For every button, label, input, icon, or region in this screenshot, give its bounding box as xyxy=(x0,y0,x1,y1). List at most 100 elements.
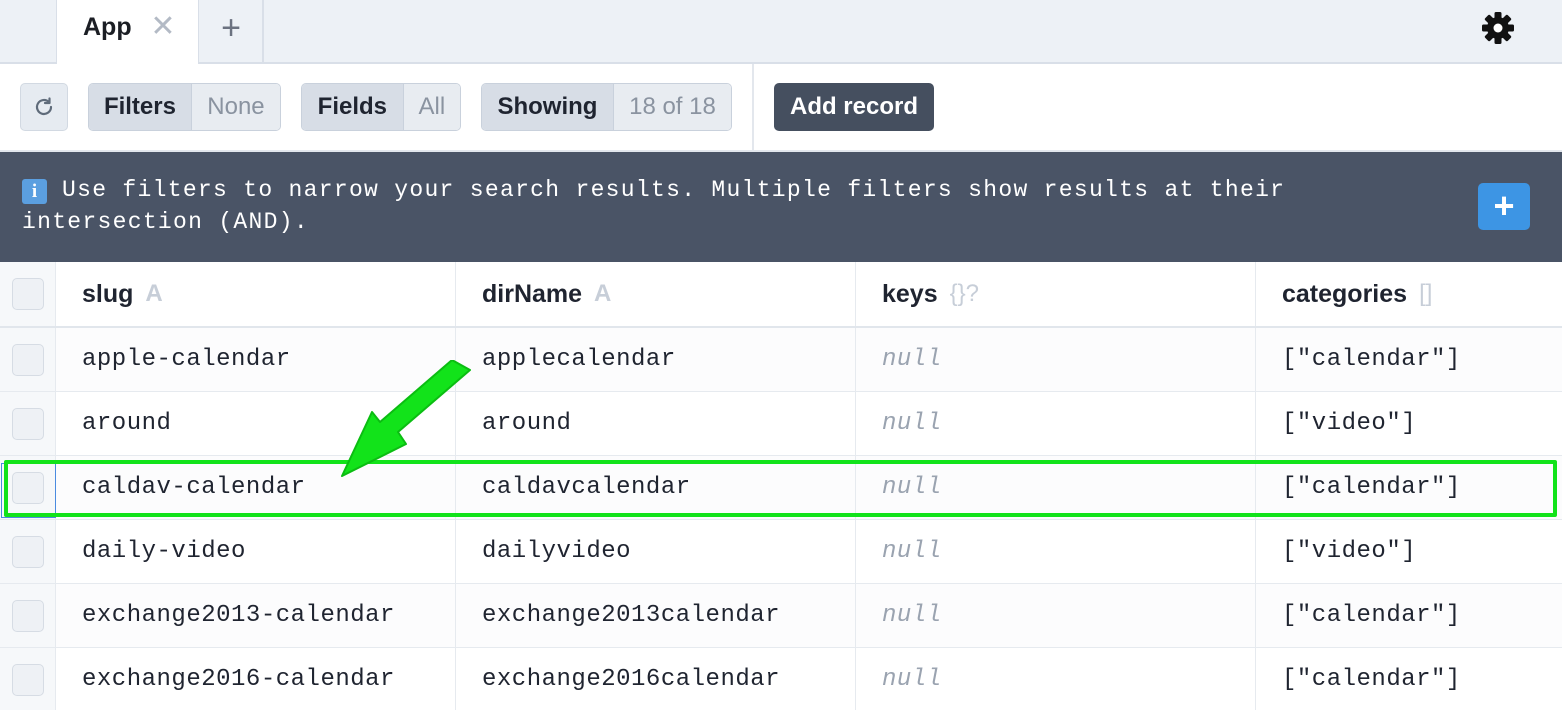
tab-app[interactable]: App ✕ xyxy=(56,0,199,64)
cell-keys[interactable]: null xyxy=(856,648,1256,710)
cell-value: null xyxy=(882,346,942,373)
cell-value: null xyxy=(882,666,942,693)
info-banner-text: Use filters to narrow your search result… xyxy=(22,177,1286,235)
cell-value: ["calendar"] xyxy=(1282,474,1461,501)
cell-dirname[interactable]: caldavcalendar xyxy=(456,456,856,519)
cell-value: applecalendar xyxy=(482,346,676,373)
cell-categories[interactable]: ["calendar"] xyxy=(1256,648,1562,710)
row-checkbox[interactable] xyxy=(11,407,44,440)
cell-slug[interactable]: caldav-calendar xyxy=(56,456,456,519)
column-header-categories[interactable]: categories [] xyxy=(1256,262,1562,326)
column-type: A xyxy=(145,280,163,307)
tab-bar: App ✕ + xyxy=(0,0,1562,64)
column-name: dirName xyxy=(482,279,583,308)
row-checkbox[interactable] xyxy=(11,471,44,504)
add-filter-button[interactable]: + xyxy=(1478,183,1530,230)
row-checkbox[interactable] xyxy=(11,343,44,376)
filters-label: Filters xyxy=(89,84,191,130)
cell-dirname[interactable]: around xyxy=(456,392,856,455)
cell-value: exchange2013-calendar xyxy=(82,602,395,629)
toolbar: Filters None Fields All Showing 18 of 18… xyxy=(0,64,1562,152)
table-row[interactable]: caldav-calendar caldavcalendar null ["ca… xyxy=(0,456,1562,520)
showing-control[interactable]: Showing 18 of 18 xyxy=(481,83,732,131)
column-name: categories xyxy=(1282,279,1408,308)
toolbar-divider xyxy=(752,64,754,152)
tab-bar-gutter xyxy=(0,0,56,62)
cell-value: apple-calendar xyxy=(82,346,291,373)
cell-value: null xyxy=(882,474,942,501)
row-select-cell xyxy=(0,648,56,710)
fields-label: Fields xyxy=(302,84,403,130)
fields-value: All xyxy=(402,84,460,130)
cell-dirname[interactable]: exchange2013calendar xyxy=(456,584,856,647)
cell-value: ["calendar"] xyxy=(1282,666,1461,693)
row-select-cell xyxy=(0,520,56,583)
cell-value: around xyxy=(482,410,572,437)
fields-control[interactable]: Fields All xyxy=(301,83,461,131)
row-select-cell xyxy=(0,456,56,519)
cell-value: null xyxy=(882,538,942,565)
cell-value: exchange2016calendar xyxy=(482,666,781,693)
refresh-icon xyxy=(35,97,53,116)
gear-icon[interactable] xyxy=(1478,8,1518,48)
column-name: slug xyxy=(82,279,134,308)
column-header-slug[interactable]: slug A xyxy=(56,262,456,326)
table-row[interactable]: daily-video dailyvideo null ["video"] xyxy=(0,520,1562,584)
cell-slug[interactable]: exchange2016-calendar xyxy=(56,648,456,710)
tab-label: App xyxy=(83,13,132,41)
cell-value: caldavcalendar xyxy=(482,474,691,501)
cell-categories[interactable]: ["calendar"] xyxy=(1256,328,1562,391)
cell-categories[interactable]: ["calendar"] xyxy=(1256,584,1562,647)
cell-keys[interactable]: null xyxy=(856,456,1256,519)
column-name: keys xyxy=(882,279,938,308)
cell-value: ["calendar"] xyxy=(1282,602,1461,629)
cell-categories[interactable]: ["calendar"] xyxy=(1256,456,1562,519)
add-tab-button[interactable]: + xyxy=(200,0,264,62)
row-checkbox[interactable] xyxy=(11,535,44,568)
cell-categories[interactable]: ["video"] xyxy=(1256,520,1562,583)
cell-slug[interactable]: around xyxy=(56,392,456,455)
column-header-keys[interactable]: keys {}? xyxy=(856,262,1256,326)
row-select-cell xyxy=(0,328,56,391)
add-record-button[interactable]: Add record xyxy=(774,83,934,131)
cell-value: ["video"] xyxy=(1282,538,1417,565)
row-checkbox[interactable] xyxy=(11,663,44,696)
records-table: slug A dirName A keys {}? categories [] … xyxy=(0,262,1562,710)
column-type: {}? xyxy=(949,280,980,307)
cell-keys[interactable]: null xyxy=(856,584,1256,647)
table-row[interactable]: apple-calendar applecalendar null ["cale… xyxy=(0,328,1562,392)
row-select-cell xyxy=(0,392,56,455)
cell-value: dailyvideo xyxy=(482,538,632,565)
row-select-cell xyxy=(0,584,56,647)
table-row[interactable]: around around null ["video"] xyxy=(0,392,1562,456)
table-row[interactable]: exchange2013-calendar exchange2013calend… xyxy=(0,584,1562,648)
cell-slug[interactable]: daily-video xyxy=(56,520,456,583)
cell-keys[interactable]: null xyxy=(856,520,1256,583)
refresh-button[interactable] xyxy=(20,83,68,131)
column-type: A xyxy=(594,280,612,307)
filters-control[interactable]: Filters None xyxy=(88,83,281,131)
cell-slug[interactable]: exchange2013-calendar xyxy=(56,584,456,647)
table-row[interactable]: exchange2016-calendar exchange2016calend… xyxy=(0,648,1562,710)
cell-categories[interactable]: ["video"] xyxy=(1256,392,1562,455)
select-all-checkbox[interactable] xyxy=(11,278,44,310)
cell-dirname[interactable]: exchange2016calendar xyxy=(456,648,856,710)
close-icon[interactable]: ✕ xyxy=(150,10,176,44)
cell-dirname[interactable]: dailyvideo xyxy=(456,520,856,583)
showing-label: Showing xyxy=(482,84,613,130)
cell-keys[interactable]: null xyxy=(856,328,1256,391)
filters-value: None xyxy=(190,84,280,130)
cell-value: null xyxy=(882,602,942,629)
column-header-dirname[interactable]: dirName A xyxy=(456,262,856,326)
cell-value: exchange2016-calendar xyxy=(82,666,395,693)
cell-value: ["video"] xyxy=(1282,410,1417,437)
header-select-cell xyxy=(0,262,56,326)
table-header: slug A dirName A keys {}? categories [] xyxy=(0,262,1562,328)
row-checkbox[interactable] xyxy=(11,599,44,632)
cell-slug[interactable]: apple-calendar xyxy=(56,328,456,391)
cell-value: exchange2013calendar xyxy=(482,602,781,629)
cell-value: caldav-calendar xyxy=(82,474,306,501)
cell-keys[interactable]: null xyxy=(856,392,1256,455)
cell-dirname[interactable]: applecalendar xyxy=(456,328,856,391)
cell-value: null xyxy=(882,410,942,437)
